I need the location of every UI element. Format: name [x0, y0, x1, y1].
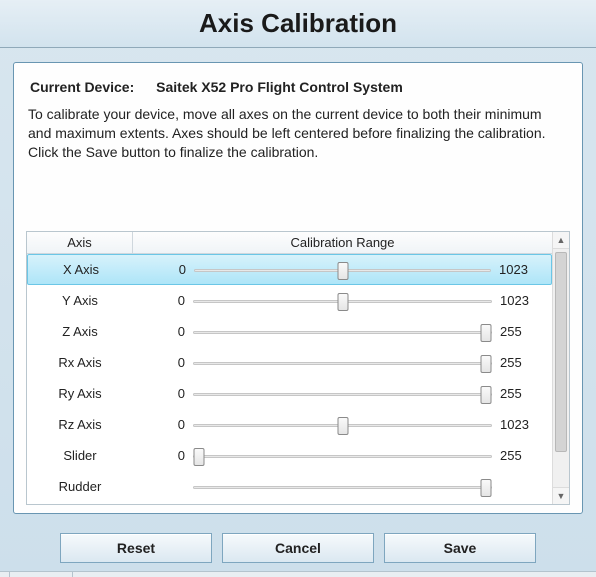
axis-name: Z Axis	[27, 324, 133, 339]
axis-row[interactable]: Throttle	[27, 502, 552, 504]
axis-slider[interactable]	[193, 291, 492, 311]
axis-name: X Axis	[28, 262, 134, 277]
slider-track	[193, 362, 492, 365]
axis-row[interactable]: Y Axis0 1023	[27, 285, 552, 316]
axis-slider[interactable]	[193, 415, 492, 435]
slider-thumb[interactable]	[481, 479, 492, 497]
axis-name: Rudder	[27, 479, 133, 494]
cancel-button[interactable]: Cancel	[222, 533, 374, 563]
scroll-thumb[interactable]	[555, 252, 567, 452]
slider-thumb[interactable]	[481, 386, 492, 404]
header-axis: Axis	[27, 232, 133, 253]
axis-row[interactable]: Slider0 255	[27, 440, 552, 471]
axis-min: 0	[133, 386, 193, 401]
instructions-text: To calibrate your device, move all axes …	[28, 105, 568, 162]
slider-thumb[interactable]	[337, 417, 348, 435]
device-name: Saitek X52 Pro Flight Control System	[156, 79, 403, 95]
slider-thumb[interactable]	[337, 293, 348, 311]
slider-track	[193, 455, 492, 458]
axis-slider[interactable]	[193, 477, 492, 497]
slider-thumb[interactable]	[481, 324, 492, 342]
device-label: Current Device:	[30, 79, 134, 95]
axis-row[interactable]: Rz Axis0 1023	[27, 409, 552, 440]
axis-name: Slider	[27, 448, 133, 463]
axis-row[interactable]: X Axis0 1023	[27, 254, 552, 285]
calibration-panel: Current Device: Saitek X52 Pro Flight Co…	[13, 62, 583, 514]
axis-max: 255	[492, 386, 552, 401]
slider-thumb[interactable]	[481, 355, 492, 373]
axis-slider[interactable]	[193, 446, 492, 466]
axis-slider[interactable]	[193, 322, 492, 342]
axis-min: 0	[133, 448, 193, 463]
slider-track	[193, 331, 492, 334]
scroll-up-icon[interactable]: ▲	[553, 232, 569, 249]
axis-row[interactable]: Rudder	[27, 471, 552, 502]
axis-max: 1023	[492, 293, 552, 308]
axis-grid: Axis Calibration Range X Axis01023Y Axis…	[26, 231, 570, 505]
axis-min: 0	[133, 417, 193, 432]
scrollbar-vertical[interactable]: ▲ ▼	[552, 232, 569, 504]
page-title: Axis Calibration	[199, 8, 397, 39]
save-button[interactable]: Save	[384, 533, 536, 563]
slider-track	[193, 486, 492, 489]
button-row: Reset Cancel Save	[0, 533, 596, 563]
axis-name: Ry Axis	[27, 386, 133, 401]
axis-min: 0	[133, 324, 193, 339]
device-row: Current Device: Saitek X52 Pro Flight Co…	[30, 79, 566, 95]
axis-slider[interactable]	[194, 260, 491, 280]
axis-max: 255	[492, 448, 552, 463]
title-bar: Axis Calibration	[0, 0, 596, 48]
axis-slider[interactable]	[193, 353, 492, 373]
slider-thumb[interactable]	[193, 448, 204, 466]
axis-max: 255	[492, 324, 552, 339]
slider-track	[193, 393, 492, 396]
axis-max: 255	[492, 355, 552, 370]
taskbar	[0, 571, 596, 577]
axis-min: 0	[133, 293, 193, 308]
axis-row[interactable]: Ry Axis0 255	[27, 378, 552, 409]
scroll-down-icon[interactable]: ▼	[553, 487, 569, 504]
axis-max: 1023	[492, 417, 552, 432]
axis-name: Y Axis	[27, 293, 133, 308]
axis-max: 1023	[491, 262, 551, 277]
slider-thumb[interactable]	[337, 262, 348, 280]
header-range: Calibration Range	[133, 232, 552, 253]
axis-row[interactable]: Z Axis0 255	[27, 316, 552, 347]
axis-name: Rz Axis	[27, 417, 133, 432]
axis-slider[interactable]	[193, 384, 492, 404]
reset-button[interactable]: Reset	[60, 533, 212, 563]
axis-min: 0	[134, 262, 194, 277]
axis-name: Rx Axis	[27, 355, 133, 370]
grid-header: Axis Calibration Range	[27, 232, 552, 254]
axis-row[interactable]: Rx Axis0 255	[27, 347, 552, 378]
axis-min: 0	[133, 355, 193, 370]
